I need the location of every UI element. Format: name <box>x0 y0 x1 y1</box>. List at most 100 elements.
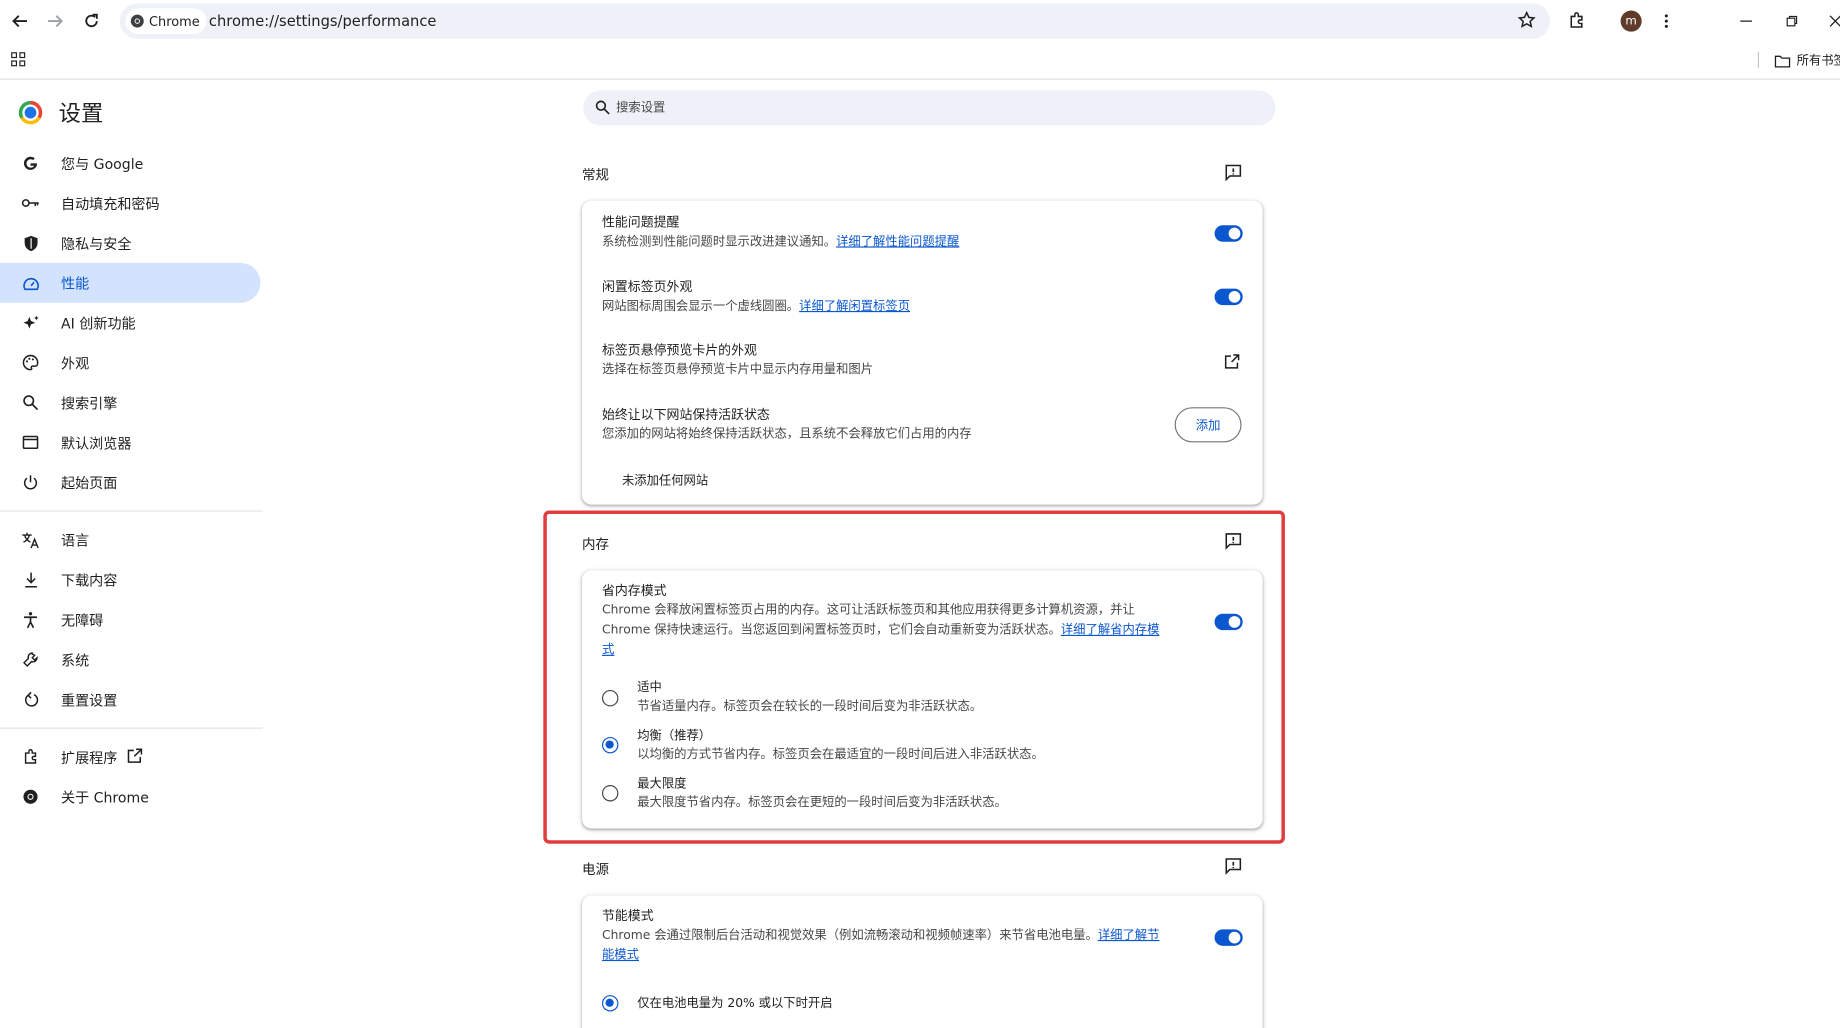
bookmarks-bar: 所有书签 <box>0 42 1840 80</box>
radio-maximum[interactable] <box>601 785 619 802</box>
power-icon <box>23 475 38 490</box>
speedometer-icon <box>22 277 39 290</box>
option-battery-20[interactable]: 仅在电池电量为 20% 或以下时开启 <box>637 994 1224 1013</box>
wrench-icon <box>23 652 38 667</box>
hover-card-row[interactable]: 标签页悬停预览卡片的外观 选择在标签页悬停预览卡片中显示内存用量和图片 <box>602 341 1189 380</box>
memory-saver-toggle[interactable] <box>1214 613 1243 631</box>
section-title-general: 常规 <box>582 166 610 184</box>
learn-more-link[interactable]: 详细了解闲置标签页 <box>799 299 910 313</box>
sidebar-item-accessibility[interactable]: 无障碍 <box>0 600 261 640</box>
reset-icon <box>24 691 38 707</box>
sidebar-item-extensions[interactable]: 扩展程序 <box>0 737 261 777</box>
radio-balanced[interactable] <box>601 736 619 754</box>
general-card: 性能问题提醒 系统检测到性能问题时显示改进建议通知。详细了解性能问题提醒 闲置标… <box>582 200 1263 505</box>
energy-saver-toggle[interactable] <box>1214 929 1243 946</box>
memory-saver-row: 省内存模式 Chrome 会释放闲置标签页占用的内存。这可让活跃标签页和其他应用… <box>602 582 1189 661</box>
option-moderate[interactable]: 适中 节省适量内存。标签页会在较长的一段时间后变为非活跃状态。 <box>637 678 1224 717</box>
restore-button[interactable] <box>1778 7 1806 35</box>
sparkle-icon <box>22 315 39 328</box>
setting-title: 闲置标签页外观 <box>601 279 693 295</box>
sidebar-item-search-engine[interactable]: 搜索引擎 <box>0 383 261 423</box>
all-bookmarks-label: 所有书签 <box>1796 53 1840 69</box>
open-subpage-button[interactable] <box>1224 352 1240 374</box>
sidebar-item-system[interactable]: 系统 <box>0 640 261 680</box>
setting-title: 节能模式 <box>601 908 654 924</box>
search-input[interactable] <box>616 97 1250 119</box>
sidebar-item-languages[interactable]: 语言 <box>0 520 261 560</box>
feedback-button[interactable] <box>1224 163 1243 182</box>
keep-active-row: 始终让以下网站保持活跃状态 您添加的网站将始终保持活跃状态，且系统不会释放它们占… <box>602 406 1189 445</box>
learn-more-link[interactable]: 详细了解性能问题提醒 <box>836 235 959 249</box>
sidebar-item-label: 扩展程序 <box>61 749 118 766</box>
sidebar-item-performance[interactable]: 性能 <box>0 262 261 303</box>
sidebar-item-label: 外观 <box>61 354 90 372</box>
all-bookmarks-button[interactable]: 所有书签 <box>1774 52 1840 70</box>
learn-more-link-cont[interactable]: 能模式 <box>602 948 639 962</box>
sidebar-item-label: 搜索引擎 <box>61 394 118 412</box>
learn-more-link-cont[interactable]: 式 <box>602 643 614 657</box>
google-g-icon <box>23 156 38 170</box>
close-window-button[interactable] <box>1821 7 1840 35</box>
tab-alerts-toggle[interactable] <box>1214 225 1243 242</box>
apps-grid-icon <box>10 51 25 66</box>
sidebar-item-label: 语言 <box>61 532 90 549</box>
setting-description: 系统检测到性能问题时显示改进建议通知。 <box>601 234 837 249</box>
add-site-button[interactable]: 添加 <box>1174 407 1242 443</box>
sidebar-item-ai[interactable]: AI 创新功能 <box>0 303 261 343</box>
download-icon <box>24 572 37 588</box>
inactive-tabs-toggle[interactable] <box>1214 288 1243 306</box>
profile-avatar[interactable]: m <box>1620 10 1642 32</box>
open-in-new-icon <box>1224 354 1240 369</box>
site-chip[interactable]: Chrome <box>125 8 207 35</box>
minimize-button[interactable] <box>1732 7 1760 35</box>
setting-description: 网站图标周围会显示一个虚线圆圈。 <box>601 299 800 314</box>
folder-icon <box>1774 55 1791 67</box>
radio-battery-20[interactable] <box>601 995 619 1012</box>
sidebar-item-autofill[interactable]: 自动填充和密码 <box>0 183 261 223</box>
sidebar-item-label: 起始页面 <box>61 474 118 492</box>
sidebar-divider <box>0 727 263 729</box>
bookmark-star-button[interactable] <box>1517 10 1536 34</box>
sidebar-item-startup[interactable]: 起始页面 <box>0 462 261 502</box>
learn-more-link[interactable]: 详细了解节 <box>1098 928 1160 942</box>
url-text[interactable]: chrome://settings/performance <box>209 12 437 30</box>
sidebar-item-downloads[interactable]: 下载内容 <box>0 560 261 600</box>
setting-title: 标签页悬停预览卡片的外观 <box>601 342 757 358</box>
feedback-button[interactable] <box>1224 532 1243 551</box>
section-title-memory: 内存 <box>582 536 610 553</box>
forward-button[interactable] <box>41 7 69 35</box>
radio-moderate[interactable] <box>601 689 619 707</box>
sidebar-item-appearance[interactable]: 外观 <box>0 343 261 383</box>
option-description: 最大限度节省内存。标签页会在更短的一段时间后变为非活跃状态。 <box>637 795 1007 810</box>
option-title: 仅在电池电量为 20% 或以下时开启 <box>637 996 833 1011</box>
puzzle-icon <box>1570 12 1583 28</box>
puzzle-icon <box>24 748 36 764</box>
site-chip-label: Chrome <box>149 13 200 29</box>
feedback-button[interactable] <box>1224 857 1243 876</box>
address-bar[interactable]: Chrome chrome://settings/performance <box>119 3 1551 39</box>
menu-button[interactable] <box>1652 7 1680 35</box>
reload-button[interactable] <box>77 7 105 35</box>
learn-more-link[interactable]: 详细了解省内存模 <box>1061 623 1160 637</box>
shield-icon <box>24 235 37 251</box>
option-title: 均衡（推荐） <box>637 728 712 743</box>
settings-search-box[interactable] <box>583 90 1276 126</box>
back-button[interactable] <box>6 7 34 35</box>
sidebar-item-privacy[interactable]: 隐私与安全 <box>0 223 261 263</box>
extensions-button[interactable] <box>1563 7 1591 35</box>
arrow-left-icon <box>12 15 27 28</box>
memory-card: 省内存模式 Chrome 会释放闲置标签页占用的内存。这可让活跃标签页和其他应用… <box>582 570 1263 829</box>
apps-button[interactable] <box>4 45 32 73</box>
setting-description: Chrome 会通过限制后台活动和视觉效果（例如流畅滚动和视频帧速率）来节省电池… <box>601 928 1098 943</box>
power-card: 节能模式 Chrome 会通过限制后台活动和视觉效果（例如流畅滚动和视频帧速率）… <box>582 895 1263 1028</box>
close-icon <box>1829 15 1840 27</box>
sidebar-item-default-browser[interactable]: 默认浏览器 <box>0 422 261 462</box>
sidebar-item-about[interactable]: 关于 Chrome <box>0 777 261 817</box>
option-maximum[interactable]: 最大限度 最大限度节省内存。标签页会在更短的一段时间后变为非活跃状态。 <box>637 774 1224 813</box>
option-balanced[interactable]: 均衡（推荐） 以均衡的方式节省内存。标签页会在最适宜的一段时间后进入非活跃状态。 <box>637 726 1224 765</box>
empty-sites-text: 未添加任何网站 <box>621 474 709 489</box>
sidebar-item-reset[interactable]: 重置设置 <box>0 679 261 719</box>
sidebar-item-you-and-google[interactable]: 您与 Google <box>0 143 261 183</box>
star-icon <box>1517 10 1536 28</box>
browser-window-icon <box>22 435 39 450</box>
